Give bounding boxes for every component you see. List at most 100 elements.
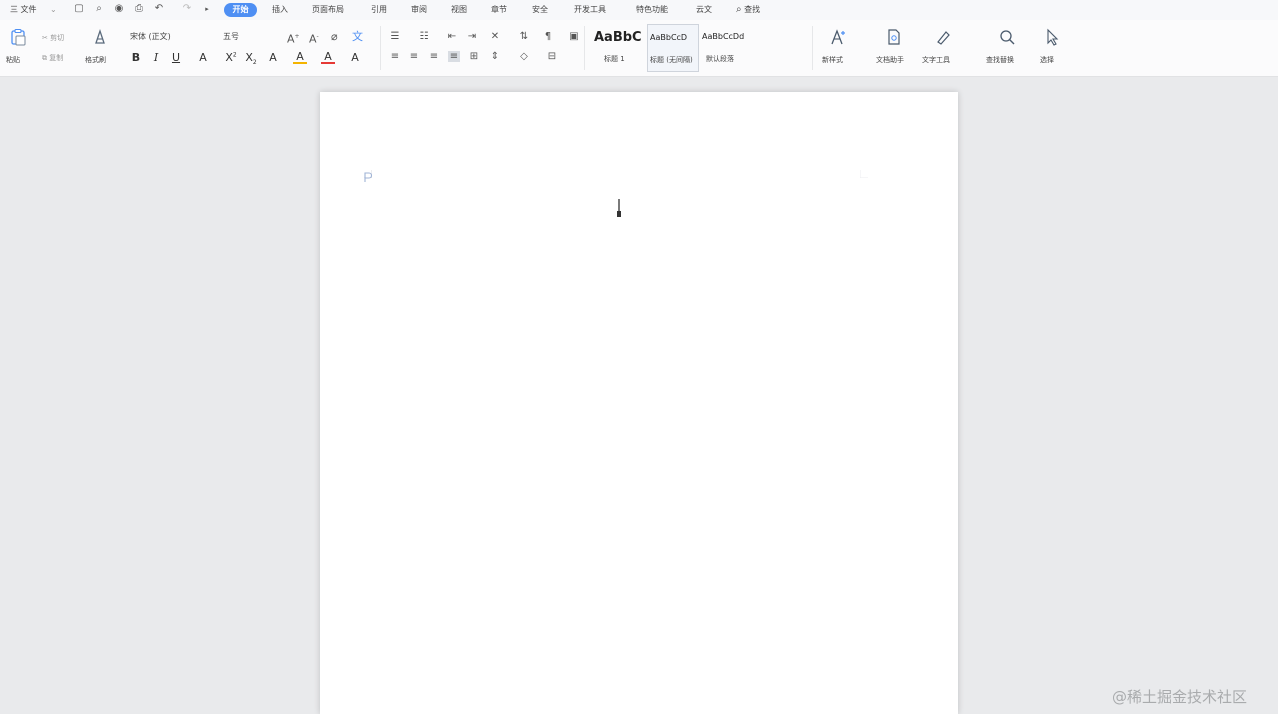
print-icon[interactable]: ⎙ — [133, 3, 145, 15]
align-center-icon[interactable]: ≡ — [408, 51, 420, 62]
border-icon[interactable]: ▣ — [568, 31, 580, 42]
paste-label: 粘贴 — [6, 56, 20, 64]
highlight-icon[interactable]: A — [293, 51, 307, 64]
tab-page-layout[interactable]: 页面布局 — [312, 0, 344, 20]
tab-view[interactable]: 视图 — [451, 0, 467, 20]
copy-icon: ⧉ — [42, 54, 47, 62]
font-size-value: 五号 — [223, 32, 239, 41]
divider — [812, 26, 813, 70]
paste-button[interactable]: 粘贴 — [4, 26, 34, 72]
tab-security[interactable]: 安全 — [532, 0, 548, 20]
text-tools-icon — [937, 31, 950, 45]
tab-review[interactable]: 审阅 — [411, 0, 427, 20]
bullet-list-icon[interactable]: ☰ — [389, 31, 401, 42]
save-icon[interactable]: ◉ — [113, 3, 125, 15]
line-spacing-icon[interactable]: ⇕ — [489, 51, 501, 62]
ribbon: 粘贴 ✂ 剪切 ⧉ 复制 格式刷 宋体 (正文) 五号 A+ A- ⌀ 文 B … — [0, 20, 1278, 77]
cut-icon: ✂ — [42, 34, 48, 42]
style-default-paragraph[interactable]: AaBbCcDd 默认段落 — [700, 24, 764, 70]
select-cursor-icon — [1047, 28, 1059, 46]
format-painter-button[interactable]: 格式刷 — [84, 26, 116, 72]
document-page[interactable] — [320, 92, 958, 714]
divider — [380, 26, 381, 70]
undo-icon[interactable]: ↶ — [153, 3, 165, 15]
doc-assistant-button[interactable]: 文档助手 — [872, 26, 916, 72]
subscript-icon[interactable]: X2 — [244, 51, 258, 66]
text-cursor-icon — [617, 199, 621, 217]
search-label: 查找 — [744, 5, 761, 14]
justify-icon[interactable]: ≡ — [448, 51, 460, 62]
tab-features[interactable]: 特色功能 — [636, 0, 668, 20]
style-name: 默认段落 — [706, 55, 734, 63]
clear-format-icon[interactable]: ⌀ — [331, 30, 338, 44]
new-doc-icon[interactable]: ▢ — [73, 3, 85, 15]
italic-icon[interactable]: I — [149, 51, 163, 64]
chevron-down-icon[interactable]: ⌄ — [50, 0, 57, 20]
copy-label: 复制 — [49, 54, 64, 62]
increase-indent-icon[interactable]: ⇥ — [466, 31, 478, 42]
new-style-button[interactable]: 新样式 — [818, 26, 860, 72]
format-painter-icon — [95, 28, 105, 44]
find-icon — [1000, 30, 1015, 45]
doc-assistant-icon — [888, 29, 900, 45]
text-tools-label: 文字工具 — [922, 56, 950, 64]
chinese-layout-icon[interactable]: ✕ — [489, 31, 501, 42]
shading-icon[interactable]: ◇ — [518, 51, 530, 62]
more-icon[interactable]: ▸ — [201, 3, 213, 15]
underline-icon[interactable]: U — [169, 51, 183, 64]
bold-icon[interactable]: B — [129, 51, 143, 64]
tab-start[interactable]: 开始 — [224, 3, 257, 17]
align-left-icon[interactable]: ≡ — [389, 51, 401, 62]
find-replace-label: 查找替换 — [986, 56, 1014, 64]
decrease-indent-icon[interactable]: ⇤ — [446, 31, 458, 42]
open-icon[interactable]: ⌕ — [93, 3, 105, 15]
style-preview: AaBbC — [594, 30, 642, 45]
search-button[interactable]: ⌕ 查找 — [736, 0, 760, 20]
app-menu[interactable]: 三 文件 — [10, 0, 37, 20]
tab-sections[interactable]: 章节 — [491, 0, 507, 20]
copy-button[interactable]: ⧉ 复制 — [42, 53, 63, 63]
redo-icon[interactable]: ↷ — [181, 3, 193, 15]
font-name-select[interactable]: 宋体 (正文) — [130, 30, 216, 44]
divider — [584, 26, 585, 70]
distribute-icon[interactable]: ⊞ — [468, 51, 480, 62]
paragraph-mark-icon — [364, 172, 373, 182]
new-style-label: 新样式 — [822, 56, 843, 64]
numbered-list-icon[interactable]: ☷ — [418, 31, 430, 42]
find-replace-button[interactable]: 查找替换 — [984, 26, 1030, 72]
tab-developer[interactable]: 开发工具 — [574, 0, 606, 20]
doc-assistant-label: 文档助手 — [876, 56, 904, 64]
style-name: 标题 (无间隔) — [650, 56, 693, 64]
select-button[interactable]: 选择 — [1036, 26, 1066, 72]
cut-button[interactable]: ✂ 剪切 — [42, 33, 64, 43]
select-label: 选择 — [1040, 56, 1054, 64]
tab-references[interactable]: 引用 — [371, 0, 387, 20]
show-marks-icon[interactable]: ¶ — [542, 31, 554, 42]
text-tools-button[interactable]: 文字工具 — [920, 26, 966, 72]
style-name: 标题 1 — [604, 55, 625, 63]
font-size-select[interactable]: 五号 — [223, 30, 273, 44]
style-preview: AaBbCcDd — [702, 32, 745, 41]
style-heading-1[interactable]: AaBbC 标题 1 — [592, 24, 646, 70]
char-border-icon[interactable]: A — [348, 51, 362, 64]
font-name-value: 宋体 (正文) — [130, 32, 171, 41]
format-painter-label: 格式刷 — [85, 56, 106, 64]
text-effect-icon[interactable]: A — [266, 51, 280, 64]
superscript-icon[interactable]: X2 — [224, 51, 238, 64]
font-color-icon[interactable]: A — [321, 51, 335, 64]
grow-font-icon[interactable]: A+ — [287, 30, 300, 47]
watermark: @稀土掘金技术社区 — [1112, 688, 1248, 706]
margin-corner-top-right — [860, 170, 868, 178]
table-border-icon[interactable]: ⊟ — [546, 51, 558, 62]
style-no-spacing[interactable]: AaBbCcD 标题 (无间隔) — [647, 24, 699, 72]
sort-icon[interactable]: ⇅ — [518, 31, 530, 42]
pinyin-icon[interactable]: 文 — [352, 30, 363, 44]
shrink-font-icon[interactable]: A- — [309, 30, 319, 47]
tab-insert[interactable]: 插入 — [272, 0, 288, 20]
align-right-icon[interactable]: ≡ — [428, 51, 440, 62]
style-gallery: AaBbC 标题 1 AaBbCcD 标题 (无间隔) AaBbCcDd 默认段… — [592, 24, 810, 72]
tab-cloud[interactable]: 云文 — [696, 0, 712, 20]
strikethrough-icon[interactable]: A — [196, 51, 210, 64]
menu-bar: 三 文件 ⌄ ▢ ⌕ ◉ ⎙ ↶ ↷ ▸ 开始 插入 页面布局 引用 审阅 视图… — [0, 0, 1278, 20]
style-preview: AaBbCcD — [650, 33, 688, 42]
